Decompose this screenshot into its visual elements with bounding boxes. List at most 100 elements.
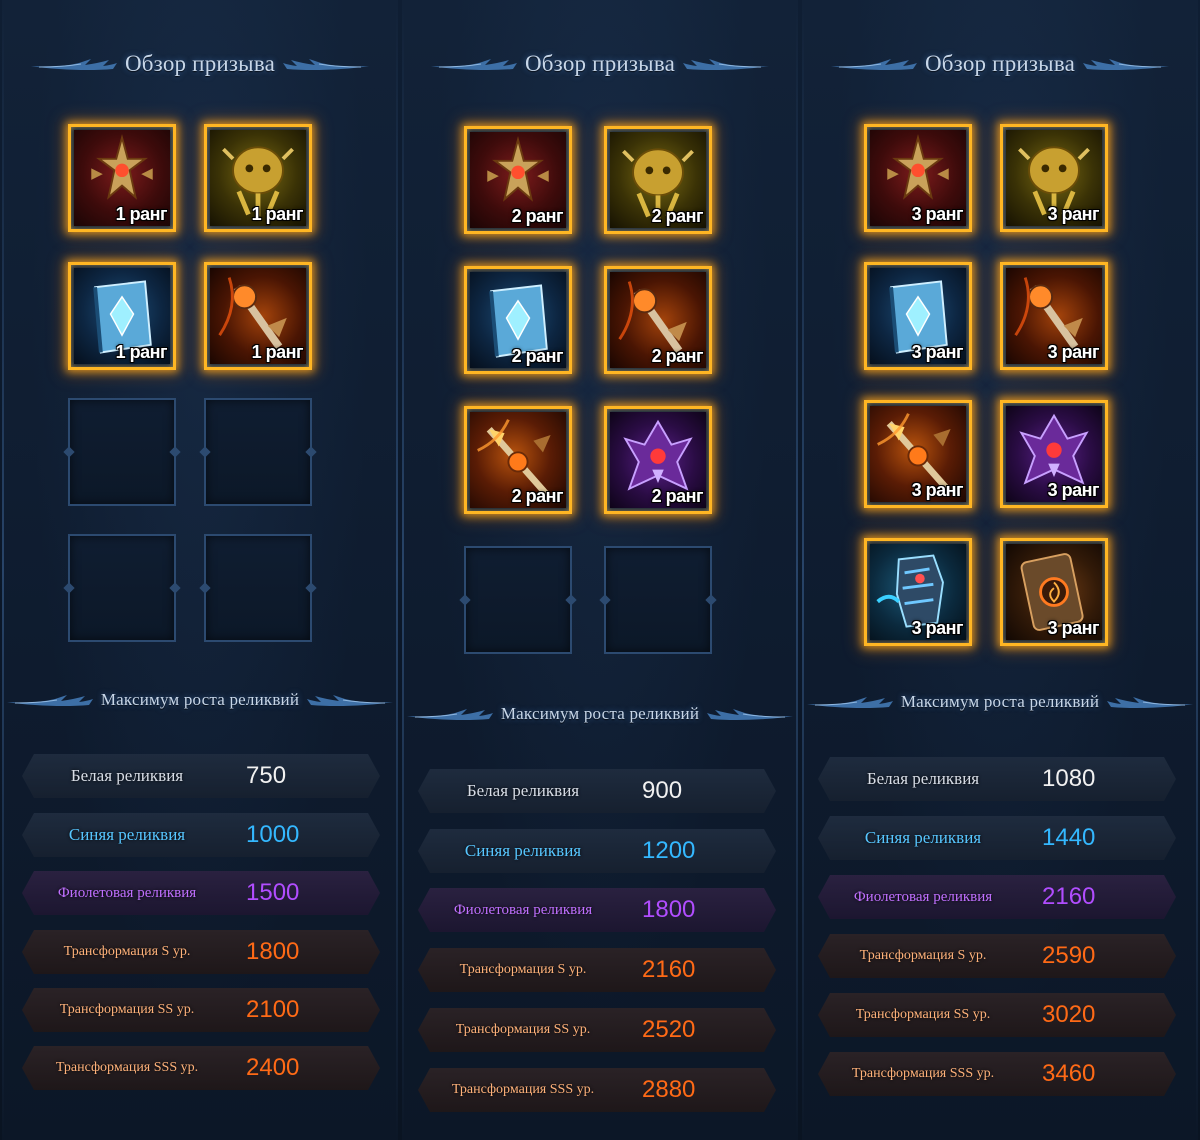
stat-value: 3460 — [1042, 1060, 1096, 1087]
relic-overview-screen: Обзор призыва 1 ранг 1 ранг 1 ранг 1 ран… — [0, 0, 1200, 1140]
summon-overview-header: Обзор призыва — [14, 44, 386, 84]
summon-overview-header: Обзор призыва — [814, 44, 1186, 84]
summon-overview-panel-rank-3: Обзор призыва 3 ранг 3 ранг 3 ранг 3 ран… — [802, 0, 1198, 1140]
rank-label: 1 ранг — [251, 342, 304, 362]
stat-value: 1500 — [246, 879, 300, 906]
left-wing-ornament-icon — [829, 55, 919, 73]
stat-row-transformation-s: Трансформация S ур. 2590 — [818, 934, 1176, 978]
rank-label: 3 ранг — [911, 342, 964, 362]
relic-growth-max-header: Максимум роста реликвий — [14, 680, 386, 720]
stat-row-transformation-sss: Трансформация SSS ур. 3460 — [818, 1052, 1176, 1096]
stat-label: Синяя реликвия — [68, 825, 186, 844]
stat-row-purple-relic: Фиолетовая реликвия 2160 — [818, 875, 1176, 919]
empty-relic-slot[interactable] — [68, 398, 176, 506]
stat-label: Белая реликвия — [466, 781, 580, 800]
stat-label: Белая реликвия — [866, 769, 980, 788]
stat-label: Белая реликвия — [70, 766, 184, 785]
header-title: Обзор призыва — [524, 51, 676, 76]
stat-value: 2160 — [1042, 883, 1096, 910]
stat-label: Трансформация S ур. — [63, 944, 191, 959]
stat-value: 1200 — [642, 837, 696, 864]
stat-label: Трансформация SS ур. — [855, 1007, 991, 1022]
rank-label: 3 ранг — [1047, 204, 1100, 224]
relic-slot[interactable]: 1 ранг — [204, 262, 312, 370]
stat-value: 1080 — [1042, 765, 1096, 792]
rank-label: 3 ранг — [911, 204, 964, 224]
stat-row-transformation-ss: Трансформация SS ур. 3020 — [818, 993, 1176, 1037]
stat-value: 2400 — [246, 1054, 300, 1081]
rank-label: 2 ранг — [511, 206, 564, 226]
header-title: Обзор призыва — [124, 51, 276, 76]
stat-row-purple-relic: Фиолетовая реликвия 1500 — [22, 871, 380, 915]
stat-value: 2160 — [642, 956, 696, 983]
empty-relic-slot[interactable] — [204, 398, 312, 506]
left-wing-ornament-icon — [805, 693, 895, 711]
relic-slot[interactable]: 3 ранг — [1000, 262, 1108, 370]
relic-slot[interactable]: 2 ранг — [604, 406, 712, 514]
rank-label: 2 ранг — [511, 486, 564, 506]
left-wing-ornament-icon — [29, 55, 119, 73]
rank-label: 3 ранг — [1047, 480, 1100, 500]
empty-relic-slot[interactable] — [604, 546, 712, 654]
stat-value: 750 — [246, 762, 287, 789]
relic-slot[interactable]: 3 ранг — [864, 124, 972, 232]
rank-label: 2 ранг — [651, 206, 704, 226]
relic-slot[interactable]: 2 ранг — [604, 266, 712, 374]
relic-slot[interactable]: 3 ранг — [1000, 538, 1108, 646]
stat-value: 3020 — [1042, 1001, 1096, 1028]
header-title: Обзор призыва — [924, 51, 1076, 76]
stat-value: 2100 — [246, 996, 300, 1023]
stat-label: Трансформация SSS ур. — [451, 1082, 595, 1097]
stat-row-transformation-s: Трансформация S ур. 2160 — [418, 948, 776, 992]
right-wing-ornament-icon — [681, 55, 771, 73]
relic-slot[interactable]: 1 ранг — [204, 124, 312, 232]
left-wing-ornament-icon — [405, 705, 495, 723]
stat-label: Трансформация SSS ур. — [851, 1066, 995, 1081]
stat-value: 1800 — [642, 896, 696, 923]
rank-label: 2 ранг — [511, 346, 564, 366]
summon-overview-panel-rank-2: Обзор призыва 2 ранг 2 ранг 2 ранг 2 ран… — [402, 0, 798, 1140]
relic-slot[interactable]: 3 ранг — [864, 400, 972, 508]
stat-value: 900 — [642, 777, 683, 804]
stat-row-transformation-sss: Трансформация SSS ур. 2400 — [22, 1046, 380, 1090]
right-wing-ornament-icon — [305, 691, 395, 709]
relic-slot[interactable]: 3 ранг — [1000, 400, 1108, 508]
stat-row-blue-relic: Синяя реликвия 1200 — [418, 829, 776, 873]
stat-label: Трансформация SSS ур. — [55, 1060, 199, 1075]
rank-label: 1 ранг — [251, 204, 304, 224]
stat-row-white-relic: Белая реликвия 750 — [22, 754, 380, 798]
rank-label: 3 ранг — [1047, 618, 1100, 638]
empty-relic-slot[interactable] — [68, 534, 176, 642]
relic-growth-max-header: Максимум роста реликвий — [414, 694, 786, 734]
stat-label: Фиолетовая реликвия — [853, 888, 993, 905]
rank-label: 1 ранг — [115, 342, 168, 362]
empty-relic-slot[interactable] — [464, 546, 572, 654]
relic-slot[interactable]: 2 ранг — [464, 406, 572, 514]
relic-slot[interactable]: 3 ранг — [1000, 124, 1108, 232]
stat-row-blue-relic: Синяя реликвия 1440 — [818, 816, 1176, 860]
stat-label: Трансформация SS ур. — [59, 1002, 195, 1017]
right-wing-ornament-icon — [1081, 55, 1171, 73]
relic-slot[interactable]: 2 ранг — [464, 126, 572, 234]
subheader-title: Максимум роста реликвий — [500, 704, 700, 723]
relic-slot[interactable]: 1 ранг — [68, 262, 176, 370]
relic-slot[interactable]: 3 ранг — [864, 262, 972, 370]
left-wing-ornament-icon — [429, 55, 519, 73]
relic-slot[interactable]: 1 ранг — [68, 124, 176, 232]
right-wing-ornament-icon — [705, 705, 795, 723]
stat-row-white-relic: Белая реликвия 1080 — [818, 757, 1176, 801]
stat-row-transformation-s: Трансформация S ур. 1800 — [22, 930, 380, 974]
relic-slot[interactable]: 2 ранг — [464, 266, 572, 374]
stat-label: Синяя реликвия — [864, 828, 982, 847]
relic-slot[interactable]: 2 ранг — [604, 126, 712, 234]
stat-row-transformation-sss: Трансформация SSS ур. 2880 — [418, 1068, 776, 1112]
stat-row-transformation-ss: Трансформация SS ур. 2100 — [22, 988, 380, 1032]
stat-row-transformation-ss: Трансформация SS ур. 2520 — [418, 1008, 776, 1052]
right-wing-ornament-icon — [281, 55, 371, 73]
stat-value: 2520 — [642, 1016, 696, 1043]
stat-label: Трансформация S ур. — [859, 948, 987, 963]
stat-row-blue-relic: Синяя реликвия 1000 — [22, 813, 380, 857]
stat-label: Трансформация S ур. — [459, 962, 587, 977]
empty-relic-slot[interactable] — [204, 534, 312, 642]
relic-slot[interactable]: 3 ранг — [864, 538, 972, 646]
